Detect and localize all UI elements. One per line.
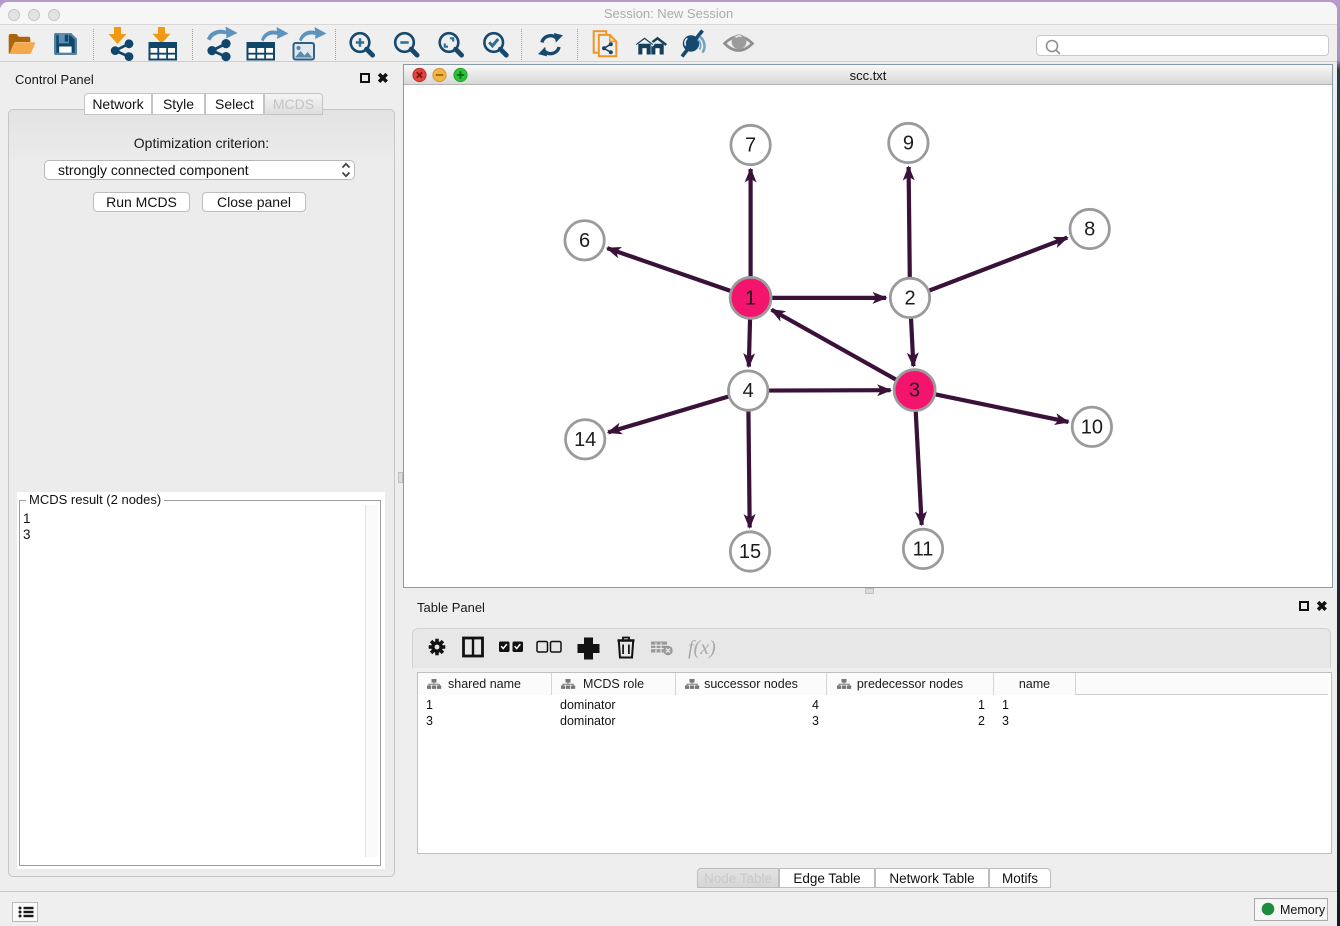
svg-text:3: 3 (909, 380, 920, 402)
svg-text:1: 1 (745, 287, 756, 309)
svg-text:11: 11 (913, 538, 934, 560)
svg-text:2: 2 (904, 287, 915, 309)
svg-text:10: 10 (1081, 416, 1103, 438)
svg-text:6: 6 (579, 230, 590, 252)
svg-text:4: 4 (743, 380, 754, 402)
svg-text:7: 7 (745, 135, 756, 157)
svg-text:8: 8 (1084, 219, 1095, 241)
svg-text:15: 15 (739, 541, 761, 563)
svg-text:9: 9 (903, 133, 914, 155)
svg-text:f(x): f(x) (688, 637, 716, 659)
svg-text:14: 14 (574, 429, 596, 451)
